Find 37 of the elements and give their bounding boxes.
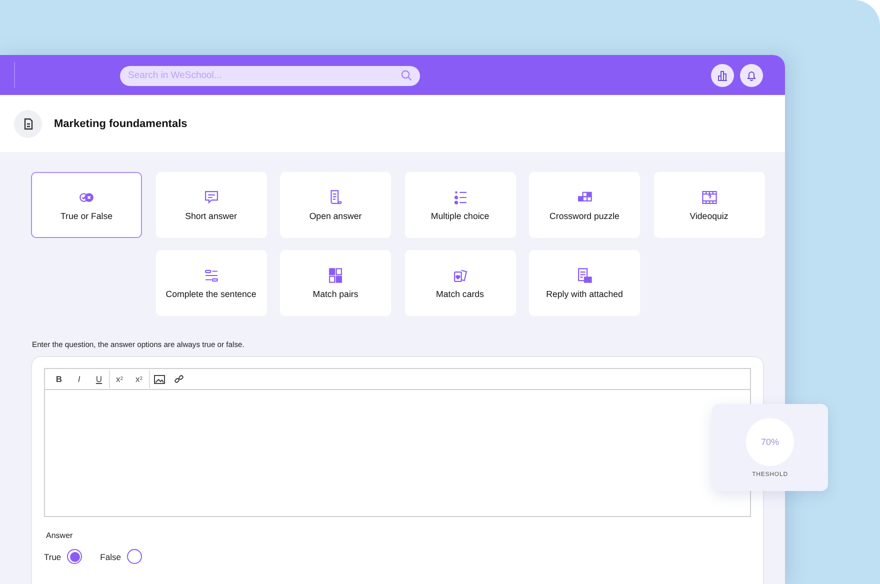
question-type-card[interactable]: Match pairs — [280, 250, 391, 316]
film-icon — [700, 189, 718, 206]
search-icon — [401, 70, 412, 80]
image-icon — [154, 374, 165, 384]
bold-button[interactable]: B — [49, 370, 69, 388]
question-type-card[interactable]: Crossword puzzle — [529, 172, 640, 238]
page-title: Marketing foundamentals — [54, 118, 188, 130]
document-icon — [14, 110, 42, 138]
underline-button[interactable]: U — [89, 370, 109, 388]
question-type-card[interactable]: Match cards — [404, 250, 516, 316]
answer-label: Answer — [46, 531, 74, 540]
bell-icon — [746, 70, 757, 80]
question-type-card[interactable]: Multiple choice — [404, 172, 516, 238]
list-icon — [452, 189, 468, 206]
question-type-card[interactable]: Videoquiz — [654, 172, 764, 238]
radio-button[interactable] — [126, 549, 142, 564]
text-lines-icon — [202, 267, 220, 284]
link-icon — [174, 374, 184, 384]
cards-icon — [452, 267, 468, 284]
radio-button[interactable] — [67, 549, 82, 564]
superscript-button[interactable]: x$^{2}$ — [109, 370, 129, 388]
document-image-icon — [576, 267, 593, 284]
question-type-card[interactable]: Complete the sentence — [156, 250, 266, 316]
search-field[interactable]: Search in WeSchool... — [120, 66, 420, 86]
threshold-value: 70% — [746, 418, 794, 466]
answer-option[interactable]: True — [44, 549, 82, 564]
question-type-card[interactable]: True or False — [31, 172, 142, 238]
bar-chart-icon — [717, 70, 728, 80]
question-type-card[interactable]: Short answer — [156, 172, 266, 238]
question-cards-icon — [327, 267, 344, 284]
speech-bubble-icon — [202, 189, 220, 206]
question-type-card[interactable]: Open answer — [280, 172, 391, 238]
notifications-button[interactable] — [740, 64, 763, 86]
answer-option[interactable]: False — [100, 549, 142, 564]
italic-button[interactable]: I — [69, 370, 89, 388]
stats-button[interactable] — [711, 64, 734, 86]
question-type-card[interactable]: Reply with attached — [529, 250, 640, 316]
